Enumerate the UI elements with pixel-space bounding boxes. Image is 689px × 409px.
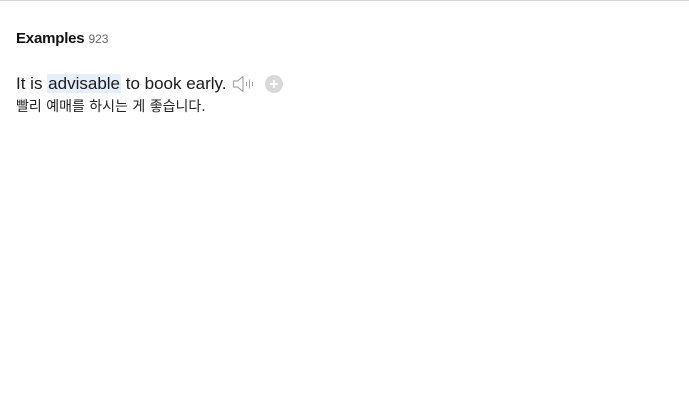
speaker-icon[interactable] [232, 74, 256, 94]
top-divider [0, 0, 689, 1]
example-sentence: It is advisable to book early. [16, 74, 227, 94]
example-text-before: It is [16, 74, 48, 93]
examples-header: Examples 923 [16, 30, 689, 48]
example-highlight-word: advisable [47, 74, 121, 93]
examples-section: Examples 923 It is advisable to book ear… [16, 30, 689, 116]
plus-icon [269, 80, 278, 88]
add-circle-icon[interactable] [264, 75, 283, 93]
speaker-icon-graphic [232, 75, 253, 93]
example-translation: 빨리 예매를 하시는 게 좋습니다. [16, 99, 206, 115]
examples-count: 923 [88, 32, 109, 46]
examples-title: Examples [16, 30, 85, 47]
example-text-after: to book early. [121, 74, 227, 93]
example-item: It is advisable to book early. 빨리 예매를 하시… [16, 72, 689, 116]
example-sentence-line: It is advisable to book early. [16, 72, 689, 96]
